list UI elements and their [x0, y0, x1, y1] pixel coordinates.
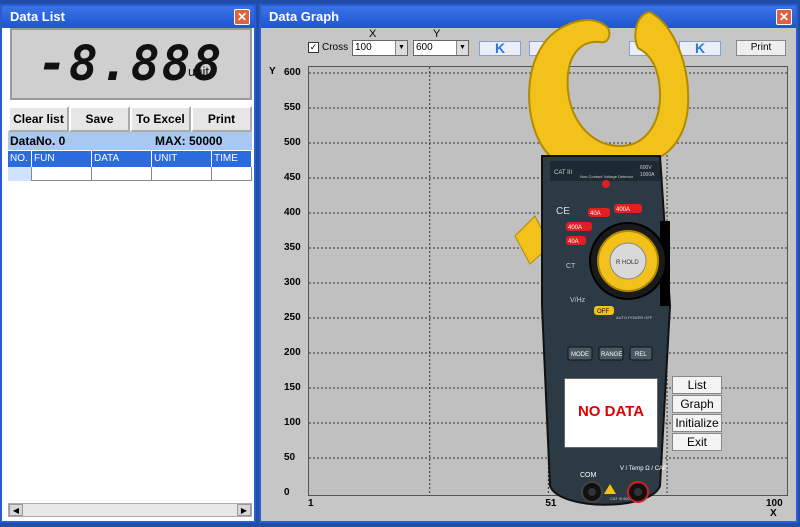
app-root: Data List ✕ -8.888 unit Clear list Save …	[0, 0, 800, 527]
y-tick-label: 50	[284, 452, 296, 463]
auto-off-label: AUTO POWER OFF	[616, 315, 653, 320]
data-list-titlebar: Data List ✕	[2, 6, 254, 28]
y-tick-label: 400	[284, 207, 301, 218]
range-label-3: 400A	[568, 225, 582, 231]
cross-label: Cross	[322, 42, 349, 53]
table-row[interactable]	[8, 167, 252, 181]
range-key-label: RANGE	[601, 352, 622, 358]
y-tick-label: 200	[284, 347, 301, 358]
y-axis-title: Y	[269, 66, 276, 77]
y-tick-label: 450	[284, 172, 301, 183]
vhz-label: V/Hz	[570, 297, 586, 304]
table-header: NO. FUN DATA UNIT TIME	[8, 151, 252, 167]
data-graph-title: Data Graph	[269, 9, 340, 24]
data-list-toolbar: Clear list Save To Excel Print	[8, 106, 252, 132]
col-unit[interactable]: UNIT	[152, 151, 212, 167]
to-excel-button[interactable]: To Excel	[130, 106, 191, 132]
off-label: OFF	[597, 309, 609, 315]
y-select[interactable]: 600 ▼	[413, 40, 469, 56]
data-list-title: Data List	[10, 9, 65, 24]
clamp-jaw-icon	[528, 10, 690, 163]
table-cell	[212, 167, 252, 181]
max-label: MAX: 50000	[155, 134, 223, 148]
x-tick-label: 100	[766, 498, 783, 509]
lcd-display: -8.888 unit	[10, 28, 252, 100]
y-select-label: Y	[433, 28, 441, 40]
print-list-button[interactable]: Print	[191, 106, 252, 132]
y-tick-label: 500	[284, 137, 301, 148]
y-tick-label: 550	[284, 102, 301, 113]
com-jack-hole-icon	[588, 488, 596, 496]
vtemp-label: V / Temp Ω / CAP	[620, 466, 667, 472]
chevron-down-icon[interactable]: ▼	[456, 41, 468, 55]
col-no[interactable]: NO.	[8, 151, 32, 167]
rel-key-label: REL	[635, 352, 647, 358]
mode-key-label: MODE	[571, 352, 589, 358]
rating-label-1: 600V	[640, 165, 652, 171]
rating-label-2: 1000A	[640, 172, 655, 178]
y-tick-label: 0	[284, 487, 290, 498]
hold-label: R HOLD	[616, 260, 639, 266]
y-tick-label: 150	[284, 382, 301, 393]
print-graph-button[interactable]: Print	[736, 40, 786, 56]
com-label: COM	[580, 472, 597, 479]
initialize-button[interactable]: Initialize	[672, 414, 722, 432]
y-tick-label: 350	[284, 242, 301, 253]
exit-button[interactable]: Exit	[672, 433, 722, 451]
y-select-value: 600	[416, 42, 433, 53]
x-tick-label: 1	[308, 498, 314, 509]
no-data-label: NO DATA	[577, 403, 645, 420]
ncv-label: Non-Contact Voltage Detector	[580, 174, 634, 179]
data-list-close-button[interactable]: ✕	[234, 9, 250, 25]
table-cell	[8, 167, 32, 181]
scroll-right-icon[interactable]: ▶	[237, 504, 251, 516]
range-label-4: 40A	[568, 239, 579, 245]
clear-list-button[interactable]: Clear list	[8, 106, 69, 132]
ce-mark-icon: CE	[556, 206, 570, 217]
col-data[interactable]: DATA	[92, 151, 152, 167]
v-jack-hole-icon	[634, 488, 642, 496]
x-select[interactable]: 100 ▼	[352, 40, 408, 56]
cross-checkbox[interactable]: ✓ Cross	[308, 40, 348, 56]
y-tick-label: 250	[284, 312, 301, 323]
x-select-value: 100	[355, 42, 372, 53]
data-no-label: DataNo. 0	[10, 134, 66, 148]
list-button[interactable]: List	[672, 376, 722, 394]
y-tick-label: 300	[284, 277, 301, 288]
x-select-label: X	[369, 28, 377, 40]
table-cell	[32, 167, 92, 181]
table-cell	[152, 167, 212, 181]
lcd-unit: unit	[188, 64, 209, 79]
range-label-2: 400A	[616, 207, 630, 213]
y-tick-label: 600	[284, 67, 301, 78]
ct-label: CT	[566, 263, 576, 270]
chevron-down-icon[interactable]: ▼	[395, 41, 407, 55]
data-list-window: Data List ✕ -8.888 unit Clear list Save …	[0, 4, 256, 523]
scroll-left-icon[interactable]: ◀	[9, 504, 23, 516]
col-time[interactable]: TIME	[212, 151, 252, 167]
data-graph-close-button[interactable]: ✕	[776, 9, 792, 25]
meter-screen: NO DATA	[564, 378, 658, 448]
horizontal-scrollbar[interactable]: ◀ ▶	[8, 503, 252, 517]
cat-label: CAT III	[554, 170, 572, 176]
range-label-1: 40A	[590, 211, 601, 217]
y-tick-label: 100	[284, 417, 301, 428]
check-icon[interactable]: ✓	[308, 41, 319, 53]
x-axis-title: X	[770, 508, 777, 519]
ncv-led-icon	[602, 180, 610, 188]
data-info-bar: DataNo. 0 MAX: 50000	[8, 132, 252, 150]
graph-button[interactable]: Graph	[672, 395, 722, 413]
table-cell	[92, 167, 152, 181]
save-button[interactable]: Save	[69, 106, 130, 132]
col-fun[interactable]: FUN	[32, 151, 92, 167]
